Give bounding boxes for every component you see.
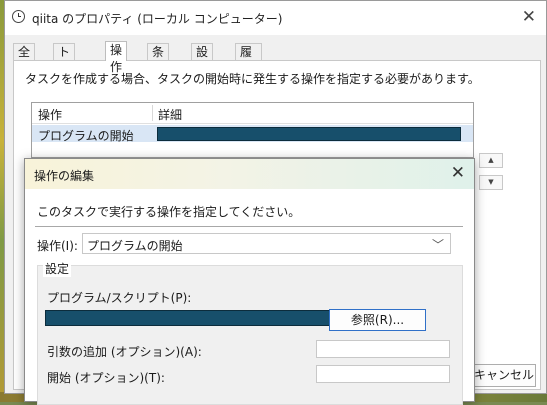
browse-button[interactable]: 参照(R)... [329,309,426,331]
dialog-title: 操作の編集 [34,169,95,183]
tab-general[interactable]: 全般 [13,43,36,76]
start-input[interactable] [316,365,450,383]
args-label: 引数の追加 (オプション)(A): [47,345,202,359]
tab-history[interactable]: 履歴 (無効) [235,43,262,110]
redacted-details [157,127,461,141]
row-action: プログラムの開始 [38,129,134,143]
action-label: 操作(I): [37,239,78,253]
settings-group-label: 設定 [43,260,72,277]
move-down-button[interactable]: ▼ [479,175,503,190]
window-title: qiita のプロパティ (ローカル コンピューター) [32,12,283,26]
action-select-value: プログラムの開始 [87,239,183,253]
dialog-body: このタスクで実行する操作を指定してください。 操作(I): プログラムの開始 ﹀… [25,189,474,405]
program-input[interactable] [45,310,348,326]
table-row[interactable]: プログラムの開始 [32,125,473,143]
column-header-details[interactable]: 詳細 [158,106,182,123]
dialog-titlebar[interactable]: 操作の編集 ✕ [25,159,474,189]
close-icon[interactable]: ✕ [451,162,465,184]
divider [35,226,463,227]
move-up-button[interactable]: ▲ [479,153,503,168]
program-label: プログラム/スクリプト(P): [47,291,192,305]
cancel-button[interactable]: キャンセル [472,364,536,387]
column-separator [152,105,153,121]
dialog-prompt: このタスクで実行する操作を指定してください。 [37,205,301,219]
column-header-action[interactable]: 操作 [38,106,62,123]
args-input[interactable] [316,340,450,358]
list-header: 操作 詳細 [32,103,473,124]
tab-settings[interactable]: 設定 [191,43,214,76]
chevron-down-icon: ﹀ [431,238,444,252]
tab-conditions[interactable]: 条件 [147,43,170,76]
actions-description: タスクを作成する場合、タスクの開始時に発生する操作を指定する必要があります。 [25,72,480,86]
actions-list[interactable]: 操作 詳細 プログラムの開始 [31,102,474,158]
close-icon[interactable]: ✕ [522,7,536,27]
clock-icon [12,10,25,23]
edit-action-dialog: 操作の編集 ✕ このタスクで実行する操作を指定してください。 操作(I): プロ… [24,158,475,405]
start-label: 開始 (オプション)(T): [47,371,165,385]
action-select[interactable]: プログラムの開始 ﹀ [82,233,451,254]
window-titlebar[interactable]: qiita のプロパティ (ローカル コンピューター) ✕ [5,1,546,35]
tab-triggers[interactable]: トリガー [53,43,76,110]
tab-actions[interactable]: 操作 [105,41,128,74]
